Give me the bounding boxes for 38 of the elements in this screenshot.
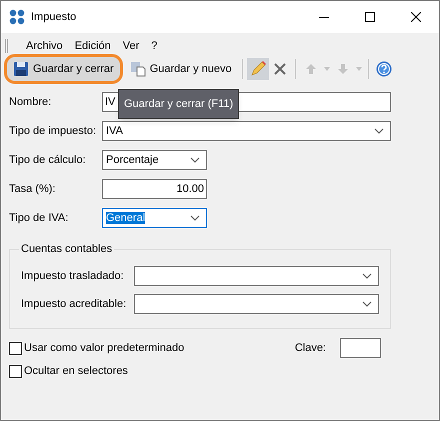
field-label: Impuesto trasladado:	[21, 268, 125, 284]
menu-item[interactable]: Ver	[120, 38, 142, 54]
chevron-icon[interactable]	[190, 157, 200, 163]
close-icon[interactable]	[411, 12, 421, 22]
dropdown-field[interactable]: General	[102, 208, 207, 228]
save-document-icon	[130, 61, 146, 77]
input-field[interactable]: 10.00	[102, 179, 207, 199]
input-field[interactable]	[340, 338, 381, 358]
dropdown-field[interactable]: Porcentaje	[102, 150, 207, 170]
menu-item[interactable]: Edición	[72, 38, 113, 54]
app-icon	[9, 9, 25, 25]
dropdown-field[interactable]	[134, 266, 379, 286]
checkbox[interactable]	[9, 364, 22, 378]
field-label: Tasa (%):	[9, 182, 56, 197]
maximize-icon[interactable]	[365, 12, 375, 22]
menu-item[interactable]: Archivo	[24, 38, 65, 54]
chevron-icon[interactable]	[362, 301, 372, 307]
window-title: Impuesto	[31, 10, 78, 25]
checkbox-label: Usar como valor predeterminado	[24, 340, 184, 356]
chevron-icon[interactable]	[362, 273, 372, 279]
field-label: Tipo de impuesto:	[9, 124, 98, 139]
chevron-icon[interactable]	[374, 128, 384, 134]
checkbox-label: Ocultar en selectores	[24, 364, 128, 379]
field-label: Clave:	[294, 340, 326, 356]
field-label: Tipo de cálculo:	[9, 152, 87, 168]
dropdown-field[interactable]: IVA	[102, 121, 391, 141]
tooltip: Guardar y cerrar (F11)	[118, 89, 240, 119]
pencil-icon[interactable]	[246, 58, 269, 80]
chevron-icon[interactable]	[190, 215, 200, 221]
toolbar-button[interactable]: Guardar y cerrar	[7, 57, 120, 81]
field-label: Impuesto acreditable:	[21, 296, 128, 312]
menu-item[interactable]: ?	[149, 38, 160, 54]
save-icon	[13, 61, 29, 77]
field-label: Nombre:	[9, 94, 52, 110]
toolbar-button[interactable]: Guardar y nuevo	[124, 57, 238, 81]
dropdown-field[interactable]	[134, 294, 379, 314]
checkbox[interactable]	[9, 342, 22, 354]
field-label: Tipo de IVA:	[9, 210, 70, 226]
